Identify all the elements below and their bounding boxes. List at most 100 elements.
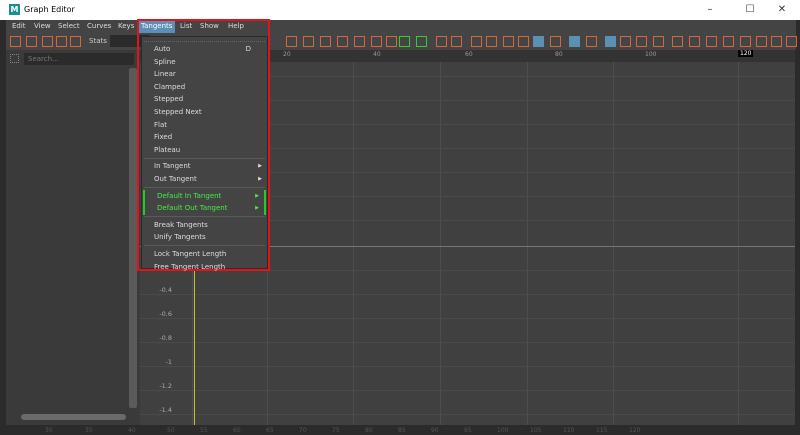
- grid-line: [353, 62, 354, 425]
- filter-icon[interactable]: [10, 54, 19, 63]
- submenu-arrow-icon: ▶: [255, 205, 259, 212]
- current-frame-marker[interactable]: 120: [738, 50, 754, 57]
- menu-edit[interactable]: Edit: [12, 22, 26, 30]
- menu-item-free-tangent-length[interactable]: Free Tangent Length: [142, 261, 267, 274]
- tangent-linear-icon[interactable]: [337, 36, 348, 47]
- toolbar: Stats: [6, 33, 797, 50]
- menu-item-plateau[interactable]: Plateau: [142, 144, 267, 157]
- time-label: 50: [167, 427, 175, 434]
- menu-item-label: Default Out Tangent: [157, 204, 228, 213]
- free-tangent-weight-icon[interactable]: [503, 36, 514, 47]
- horizontal-scrollbar[interactable]: [21, 414, 126, 420]
- time-editor-icon[interactable]: [786, 36, 797, 47]
- absolute-view-icon[interactable]: [605, 36, 616, 47]
- menu-item-label: In Tangent: [154, 162, 191, 171]
- dope-sheet-icon[interactable]: [756, 36, 767, 47]
- normalized-view-icon[interactable]: [636, 36, 647, 47]
- minimize-button[interactable]: –: [700, 3, 720, 17]
- grid-line: [140, 294, 795, 295]
- menu-item-fixed[interactable]: Fixed: [142, 131, 267, 144]
- load-selected-icon[interactable]: [550, 36, 561, 47]
- tangent-flat-icon[interactable]: [354, 36, 365, 47]
- menu-item-out-tangent[interactable]: Out Tangent ▶: [142, 173, 267, 186]
- menu-item-default-out-tangent[interactable]: Default Out Tangent ▶: [143, 202, 266, 215]
- title-bar: M Graph Editor – ☐ ✕: [0, 0, 800, 20]
- time-label: 105: [530, 427, 542, 434]
- menu-separator: [144, 187, 265, 189]
- time-label: 110: [563, 427, 575, 434]
- tangent-clamped-icon[interactable]: [320, 36, 331, 47]
- menu-bar: Edit View Select Curves Keys Tangents Li…: [6, 20, 796, 33]
- tangent-auto-icon[interactable]: [286, 36, 297, 47]
- pre-infinity-cycle-icon[interactable]: [672, 36, 683, 47]
- maya-logo-icon: M: [9, 4, 20, 15]
- menu-item-auto[interactable]: Auto D: [142, 43, 267, 56]
- post-infinity-offset-icon[interactable]: [723, 36, 734, 47]
- move-nearest-picked-key-icon[interactable]: [740, 36, 751, 47]
- menu-curves[interactable]: Curves: [87, 22, 111, 30]
- time-slider[interactable]: 30 35 40 45 50 55 60 65 70 75 80 85 90 9…: [0, 425, 800, 435]
- renormalize-icon[interactable]: [653, 36, 664, 47]
- unify-tangents-icon[interactable]: [486, 36, 497, 47]
- maximize-button[interactable]: ☐: [740, 3, 760, 17]
- move-key-tool-icon[interactable]: [10, 36, 21, 47]
- y-axis-label: -1.2: [159, 382, 172, 390]
- menu-item-lock-tangent-length[interactable]: Lock Tangent Length: [142, 248, 267, 261]
- menu-item-flat[interactable]: Flat: [142, 119, 267, 132]
- window-title: Graph Editor: [24, 5, 75, 14]
- time-label: 70: [299, 427, 307, 434]
- time-label: 120: [629, 427, 641, 434]
- stacked-view-icon[interactable]: [620, 36, 631, 47]
- trax-editor-icon[interactable]: [771, 36, 782, 47]
- menu-view[interactable]: View: [34, 22, 51, 30]
- grid-line: [440, 62, 441, 425]
- ruler-label: 40: [373, 51, 381, 58]
- time-label: 65: [266, 427, 274, 434]
- y-axis-label: -0.6: [159, 310, 172, 318]
- buffer-curve-icon[interactable]: [436, 36, 447, 47]
- pre-infinity-offset-icon[interactable]: [689, 36, 700, 47]
- tangent-spline-icon[interactable]: [303, 36, 314, 47]
- time-label: 55: [200, 427, 208, 434]
- menu-keys[interactable]: Keys: [118, 22, 134, 30]
- grid-line: [613, 62, 614, 425]
- retime-tool-icon[interactable]: [70, 36, 81, 47]
- menu-item-in-tangent[interactable]: In Tangent ▶: [142, 160, 267, 173]
- tangent-stepped-icon[interactable]: [371, 36, 382, 47]
- ruler-label: 60: [465, 51, 473, 58]
- menu-item-default-in-tangent[interactable]: Default In Tangent ▶: [143, 189, 266, 203]
- tangent-plateau-icon[interactable]: [386, 36, 397, 47]
- break-tangents-icon[interactable]: [471, 36, 482, 47]
- grid-line: [140, 414, 795, 415]
- auto-load-icon[interactable]: [533, 36, 544, 47]
- menu-item-label: Out Tangent: [154, 174, 197, 183]
- menu-item-unify-tangents[interactable]: Unify Tangents: [142, 231, 267, 244]
- y-axis-label: -0.8: [159, 334, 172, 342]
- vertical-scrollbar[interactable]: [129, 68, 137, 408]
- post-infinity-cycle-icon[interactable]: [706, 36, 717, 47]
- default-in-tangent-icon[interactable]: [399, 36, 410, 47]
- insert-key-tool-icon[interactable]: [26, 36, 37, 47]
- swap-buffer-icon[interactable]: [451, 36, 462, 47]
- default-out-tangent-icon[interactable]: [416, 36, 427, 47]
- submenu-arrow-icon: ▶: [258, 163, 262, 170]
- menu-separator: [144, 216, 265, 218]
- menu-item-stepped[interactable]: Stepped: [142, 93, 267, 106]
- menu-select[interactable]: Select: [58, 22, 80, 30]
- menu-item-linear[interactable]: Linear: [142, 68, 267, 81]
- value-snap-icon[interactable]: [586, 36, 597, 47]
- lattice-tool-icon[interactable]: [42, 36, 53, 47]
- time-snap-icon[interactable]: [569, 36, 580, 47]
- close-button[interactable]: ✕: [772, 3, 792, 17]
- search-input[interactable]: [24, 53, 134, 65]
- menu-item-spline[interactable]: Spline: [142, 56, 267, 69]
- grid-line: [140, 390, 795, 391]
- shortcut-label: D: [245, 45, 251, 53]
- menu-item-stepped-next[interactable]: Stepped Next: [142, 106, 267, 119]
- menu-item-break-tangents[interactable]: Break Tangents: [142, 219, 267, 232]
- stats-label: Stats: [89, 37, 107, 45]
- lock-tangent-weight-icon[interactable]: [518, 36, 529, 47]
- menu-item-clamped[interactable]: Clamped: [142, 81, 267, 94]
- region-tool-icon[interactable]: [56, 36, 67, 47]
- tear-off-handle[interactable]: [144, 38, 265, 42]
